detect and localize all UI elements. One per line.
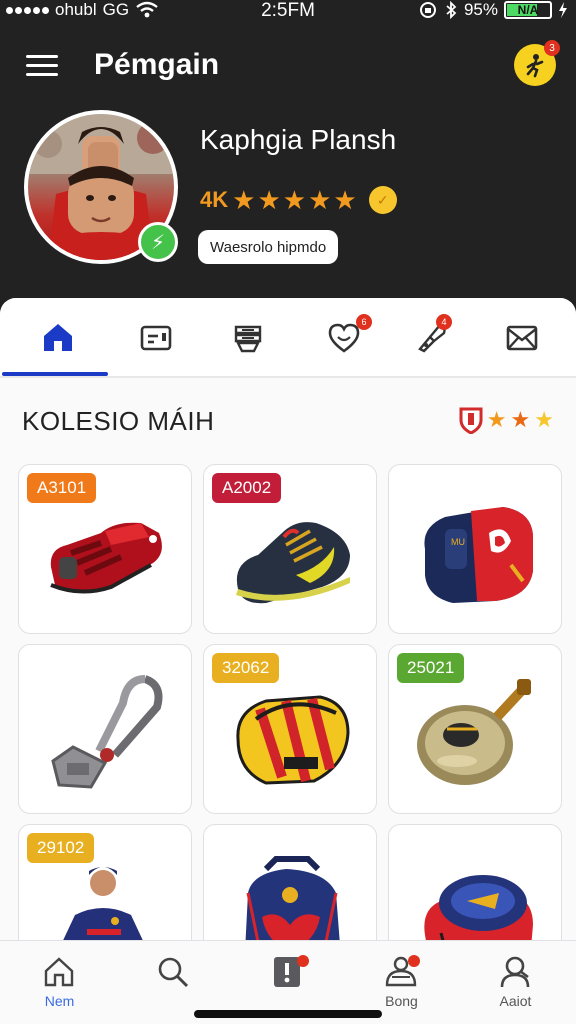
nav-home[interactable]: Nem (2, 941, 117, 1024)
item-card[interactable]: 32062 (203, 644, 377, 814)
item-card[interactable]: MU (388, 464, 562, 634)
alert-dot (297, 955, 309, 967)
battery-label: N/A (517, 3, 539, 17)
item-tag: A3101 (27, 473, 97, 503)
star-icon: ★ (257, 185, 281, 215)
bong-badge (408, 955, 420, 967)
item-card[interactable]: A2002 (203, 464, 377, 634)
item-card[interactable]: 25021 (388, 644, 562, 814)
lock-rotation-icon (419, 2, 436, 18)
nav-profile[interactable]: Aaiot (458, 941, 573, 1024)
app-title: Pémgain (94, 48, 220, 81)
item-card[interactable]: A3101 (18, 464, 192, 634)
tab-badge: 6 (356, 314, 372, 330)
tab-indicator (2, 372, 108, 376)
nav-label: Nem (44, 993, 75, 1009)
tab-card[interactable] (108, 298, 204, 376)
star-icon: ★ (510, 407, 531, 432)
profile-icon (500, 956, 530, 988)
menu-icon[interactable] (26, 53, 60, 79)
svg-text:MU: MU (451, 537, 465, 547)
card-icon (140, 325, 172, 351)
star-icon: ★ (282, 185, 307, 215)
nav-label: Aaiot (499, 993, 532, 1009)
notification-badge: 3 (544, 40, 560, 56)
profile-header: ohubl GG 2:5FM 95% N/A Pémgain 3 ⚡ Kaphg… (0, 0, 576, 318)
search-icon (158, 957, 189, 988)
shield-icon (459, 407, 483, 434)
runner-icon (526, 54, 544, 78)
profile-pill[interactable]: Waesrolo hipmdo (198, 230, 339, 264)
battery-percent: 95% (463, 0, 498, 19)
bluetooth-icon (446, 1, 457, 19)
trophy-button[interactable]: 3 (514, 40, 560, 86)
tab-badge: 4 (436, 314, 452, 330)
item-tag: 25021 (397, 653, 465, 683)
charging-icon (559, 2, 567, 18)
tab-bar: 6 4 (0, 298, 576, 378)
lightning-icon: ⚡ (138, 222, 178, 262)
app-screen: ohubl GG 2:5FM 95% N/A Pémgain 3 ⚡ Kaphg… (0, 0, 576, 1024)
section-title: KOLESIO MÁIH (22, 406, 215, 436)
star-icon: ★ (486, 407, 507, 432)
star-icon: ★ (308, 185, 332, 215)
tab-stack[interactable] (200, 298, 296, 376)
star-icon: ★ (333, 185, 357, 215)
lock-chain-icon (51, 675, 163, 789)
item-card[interactable] (18, 644, 192, 814)
star-icon: ★ (232, 185, 256, 215)
brass-horn-icon (417, 679, 531, 785)
stack-icon (234, 325, 262, 353)
app-bar: Pémgain 3 (0, 40, 576, 92)
striped-guard-icon (236, 695, 350, 785)
home-icon (44, 324, 72, 351)
section-rating: ★ ★ ★ (459, 406, 554, 434)
home-icon (44, 957, 74, 987)
battery-icon: N/A (504, 1, 552, 19)
red-cleat-shoe-icon (50, 522, 162, 594)
profile-name: Kaphgia Plansh (200, 124, 397, 155)
status-bar: ohubl GG 2:5FM 95% N/A (0, 0, 576, 22)
coin-icon[interactable]: ✓ (368, 186, 397, 214)
item-tag: 29102 (27, 833, 95, 863)
item-tag: 32062 (212, 653, 280, 683)
navy-sneaker-icon (236, 522, 350, 604)
tab-mail[interactable] (474, 298, 570, 376)
star-icon: ★ (534, 407, 554, 432)
tab-home[interactable] (10, 298, 106, 376)
mail-icon (506, 325, 538, 351)
rating-code: 4K (200, 187, 229, 212)
home-indicator (194, 1010, 382, 1018)
tab-chat[interactable]: 6 (296, 298, 392, 376)
content-sheet: 6 4 KOLESIO MÁIH ★ ★ ★ A3101 A2002 MU 32… (0, 298, 576, 1024)
tab-tool[interactable]: 4 (384, 298, 480, 376)
nav-label: Bong (385, 993, 418, 1009)
item-tag: A2002 (212, 473, 282, 503)
rating-row: 4K ★ ★ ★ ★ ★ ✓ (200, 186, 397, 214)
shin-guard-icon: MU (424, 507, 533, 603)
